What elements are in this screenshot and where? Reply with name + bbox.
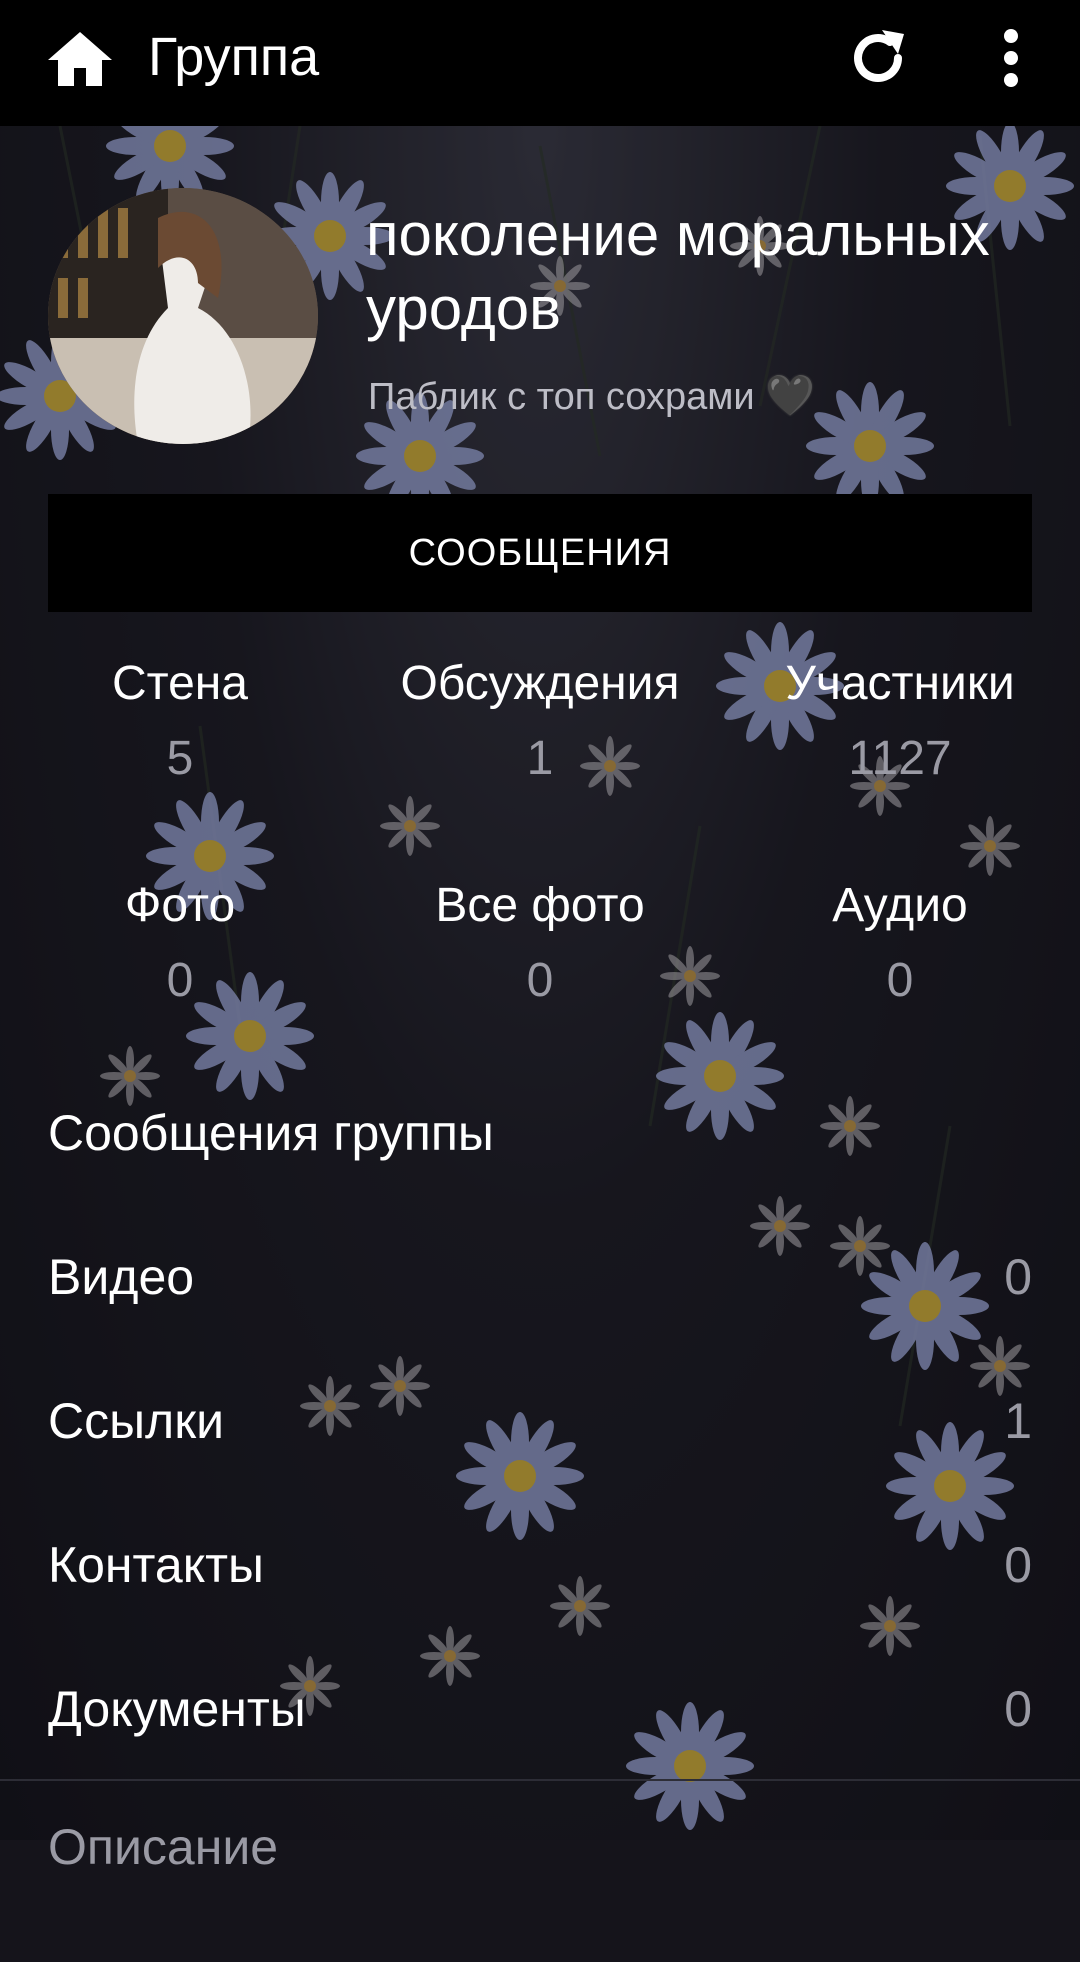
counter-audio[interactable]: Аудио 0 [720,878,1080,1008]
counter-value: 0 [166,954,194,1007]
list-item-label: Ссылки [48,1393,225,1449]
group-name: поколение моральных уродов [366,201,990,342]
list-item-count: 1 [1004,1393,1032,1449]
counter-photos[interactable]: Фото 0 [0,878,360,1008]
counter-members[interactable]: Участники 1127 [720,656,1080,786]
list-item-contacts[interactable]: Контакты 0 [0,1536,1080,1680]
counter-value: 0 [526,954,554,1007]
list-item-label: Документы [48,1681,306,1737]
counter-label: Стена [111,657,248,710]
group-avatar[interactable] [48,188,318,444]
list-item-count: 0 [1004,1537,1032,1593]
home-icon[interactable] [46,28,114,88]
counter-label: Аудио [832,879,968,932]
counter-value: 5 [166,732,194,785]
group-status: Паблик с топ сохрами 🖤 [368,372,815,419]
app-bar: Группа [0,0,1080,126]
list-item-label: Видео [48,1249,195,1305]
refresh-icon[interactable] [846,26,910,90]
list-item-links[interactable]: Ссылки 1 [0,1392,1080,1536]
counter-value: 1127 [848,732,952,785]
counter-label: Фото [124,879,236,932]
list-item-group-messages[interactable]: Сообщения группы [0,1104,1080,1248]
more-vertical-icon[interactable] [988,26,1034,90]
list-item-count: 0 [1004,1249,1032,1305]
list-item-label: Описание [48,1819,279,1875]
group-status-text: Паблик с топ сохрами [368,376,755,418]
counter-all-photos[interactable]: Все фото 0 [360,878,720,1008]
list-divider [0,1779,1080,1781]
counter-value: 1 [526,732,554,785]
app-bar-title: Группа [148,27,320,87]
counter-label: Все фото [435,879,645,932]
list-item-label: Контакты [48,1537,264,1593]
black-heart-icon: 🖤 [765,374,816,418]
counter-value: 0 [886,954,914,1007]
list-item-video[interactable]: Видео 0 [0,1248,1080,1392]
messages-button[interactable]: СООБЩЕНИЯ [48,494,1032,612]
counter-label: Обсуждения [400,657,680,710]
list-item-documents[interactable]: Документы 0 [0,1680,1080,1824]
counter-wall[interactable]: Стена 5 [0,656,360,786]
counter-label: Участники [785,657,1015,710]
list-item-label: Сообщения группы [48,1105,494,1161]
list-item-count: 0 [1004,1681,1032,1737]
counter-discussions[interactable]: Обсуждения 1 [360,656,720,786]
